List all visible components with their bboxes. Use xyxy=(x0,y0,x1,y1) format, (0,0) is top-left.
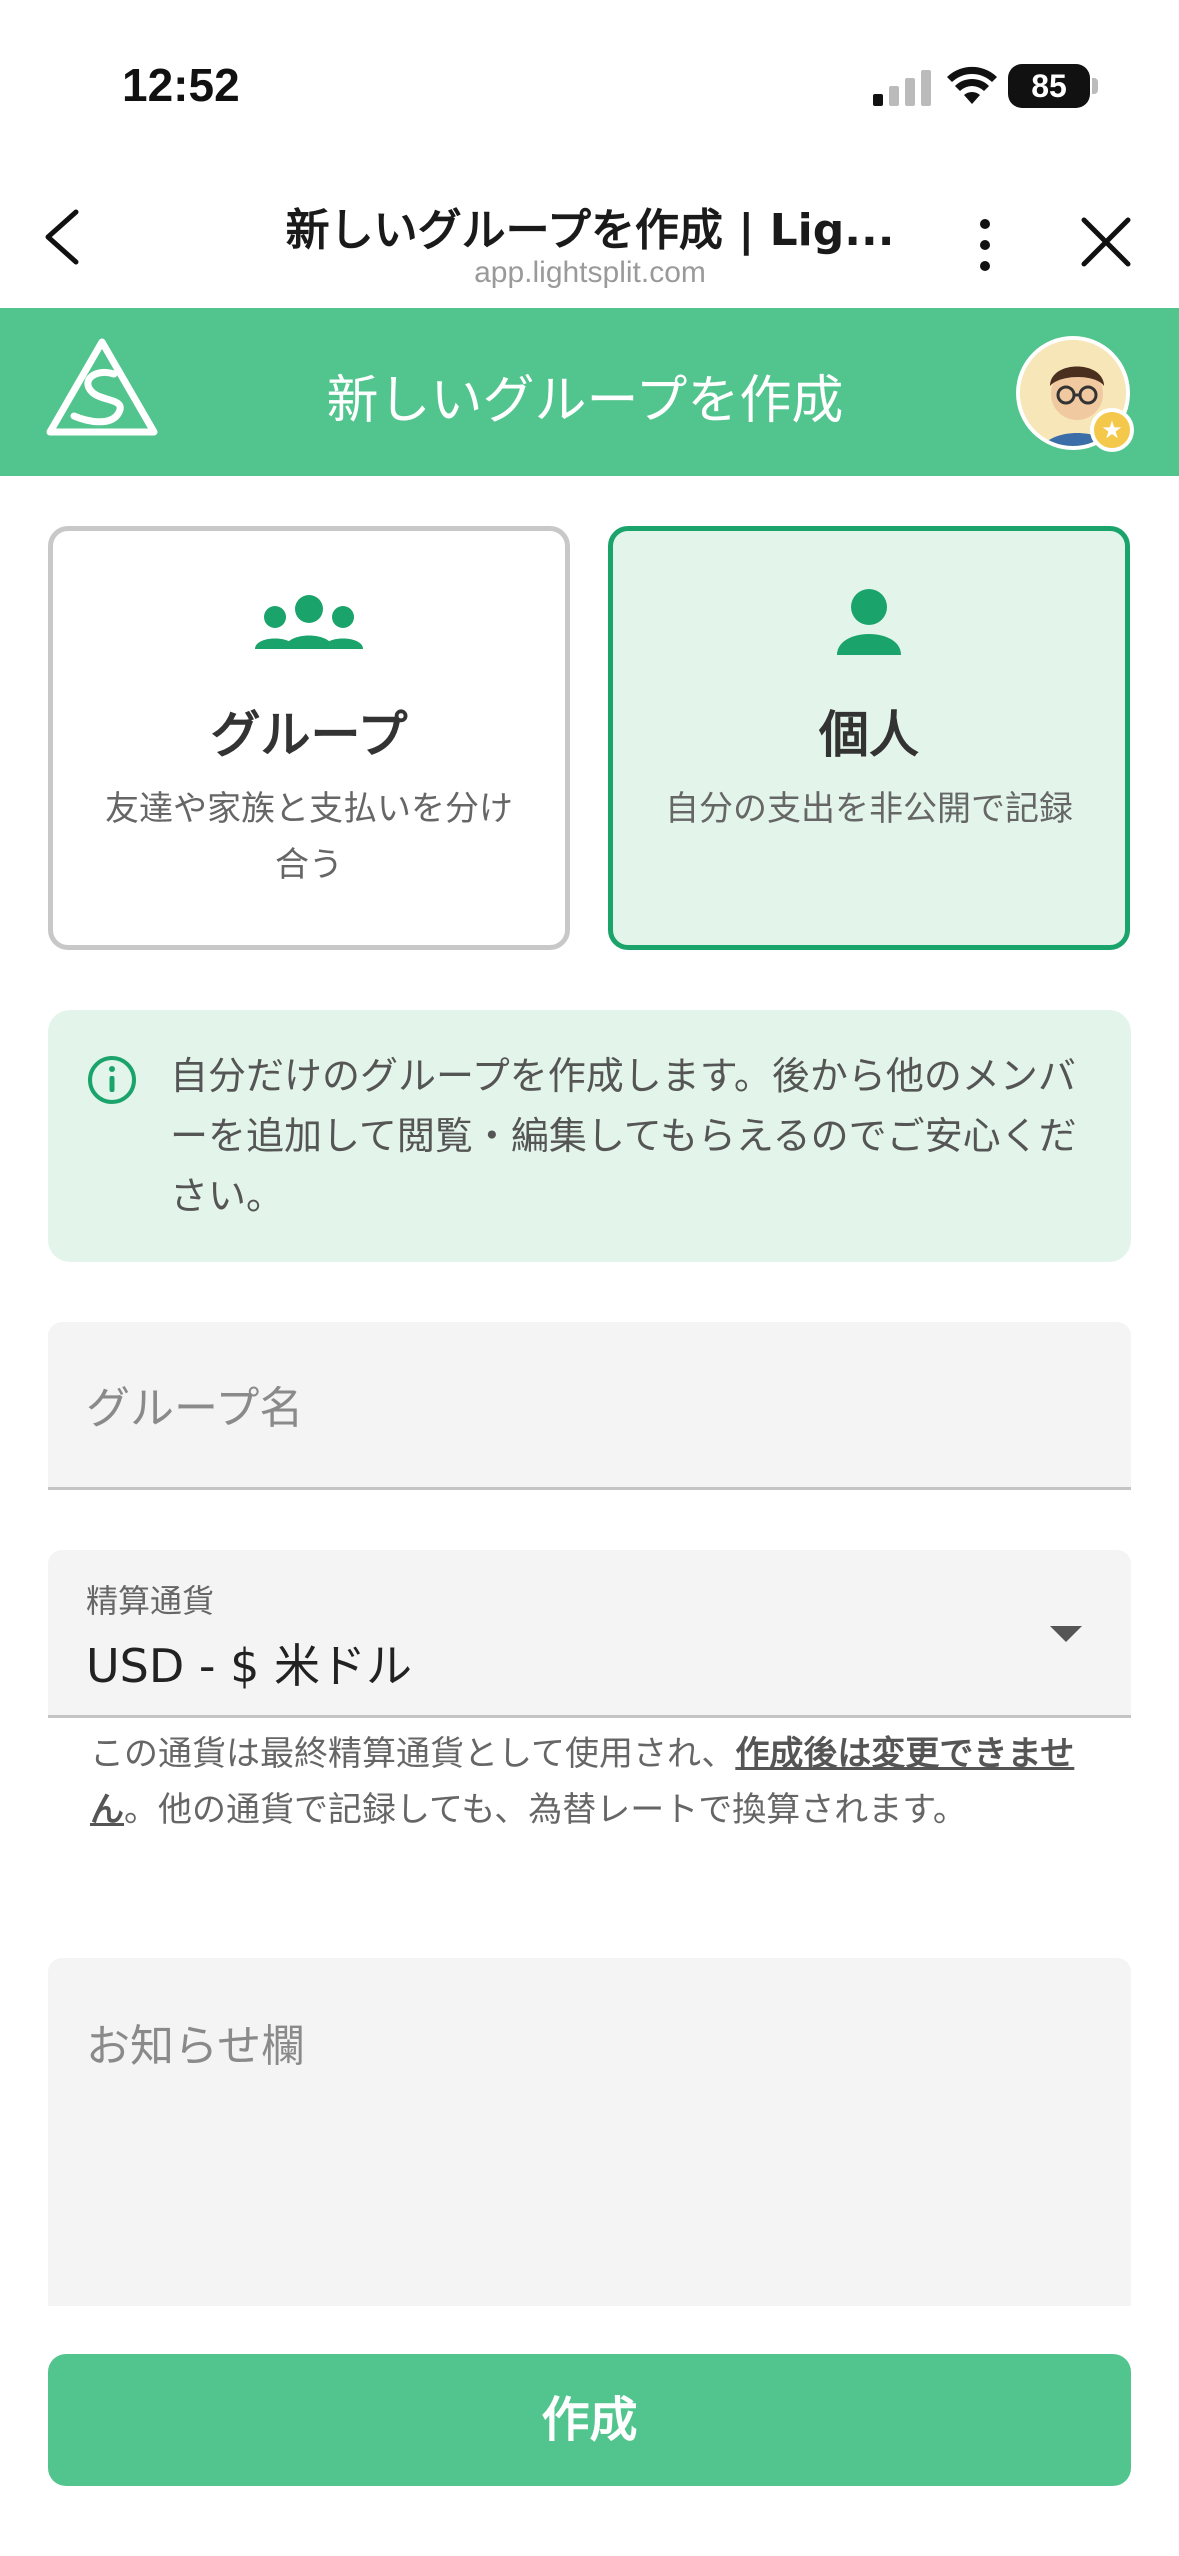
status-bar: 12:52 85 xyxy=(0,0,1179,170)
currency-value: USD - $ 米ドル xyxy=(86,1639,413,1693)
browser-url: app.lightsplit.com xyxy=(474,256,706,289)
currency-label: 精算通貨 xyxy=(86,1582,215,1620)
battery-tip xyxy=(1092,78,1098,94)
group-name-placeholder: グループ名 xyxy=(86,1383,304,1434)
browser-bar: 新しいグループを作成 | Lig... app.lightsplit.com xyxy=(0,170,1179,308)
status-time: 12:52 xyxy=(122,59,240,111)
avatar-star-badge-icon: ★ xyxy=(1090,408,1134,452)
helper-text-after: 。他の通貨で記録しても、為替レートで換算されます。 xyxy=(124,1790,967,1830)
signal-icon xyxy=(873,70,931,106)
lightsplit-logo-icon[interactable] xyxy=(44,336,160,440)
person-icon xyxy=(837,589,901,655)
app-header-title: 新しいグループを作成 xyxy=(326,371,844,431)
battery-icon: 85 xyxy=(1008,64,1090,108)
browser-page-title: 新しいグループを作成 | Lig... xyxy=(285,205,895,256)
info-box: 自分だけのグループを作成します。後から他のメンバーを追加して閲覧・編集してもらえ… xyxy=(48,1010,1131,1262)
currency-helper-text: この通貨は最終精算通貨として使用され、作成後は変更できません。他の通貨で記録して… xyxy=(90,1726,1090,1838)
wifi-icon xyxy=(947,66,997,104)
currency-select[interactable]: 精算通貨 USD - $ 米ドル xyxy=(48,1550,1131,1718)
group-name-input[interactable]: グループ名 xyxy=(48,1322,1131,1490)
mode-card-group-description: 友達や家族と支払いを分け合う xyxy=(105,789,513,885)
group-people-icon xyxy=(255,595,363,649)
helper-text-before: この通貨は最終精算通貨として使用され、 xyxy=(90,1734,736,1774)
close-icon[interactable] xyxy=(1076,212,1136,272)
notice-placeholder: お知らせ欄 xyxy=(86,2021,306,2072)
info-text: 自分だけのグループを作成します。後から他のメンバーを追加して閲覧・編集してもらえ… xyxy=(170,1054,1077,1218)
create-button[interactable]: 作成 xyxy=(48,2354,1131,2486)
dropdown-arrow-icon[interactable] xyxy=(1050,1626,1082,1642)
back-icon[interactable] xyxy=(36,202,96,272)
mode-card-personal-description: 自分の支出を非公開で記録 xyxy=(665,789,1073,829)
app-header: 新しいグループを作成 ★ xyxy=(0,308,1179,476)
mode-card-personal-title: 個人 xyxy=(819,706,919,764)
mode-card-group-title: グループ xyxy=(210,706,408,764)
info-icon xyxy=(88,1056,136,1104)
mode-card-personal[interactable]: 個人 自分の支出を非公開で記録 xyxy=(608,526,1130,950)
more-options-icon[interactable] xyxy=(960,210,1010,280)
notice-textarea[interactable]: お知らせ欄 xyxy=(48,1958,1131,2306)
mode-card-group[interactable]: グループ 友達や家族と支払いを分け合う xyxy=(48,526,570,950)
